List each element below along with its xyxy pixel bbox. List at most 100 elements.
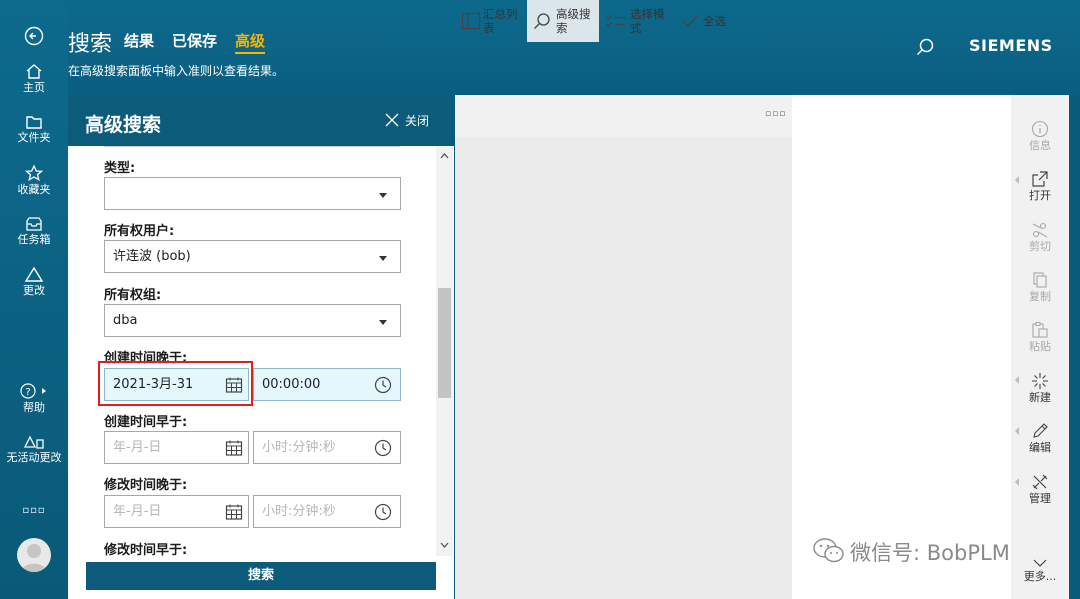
manage-icon bbox=[1032, 474, 1048, 490]
type-select[interactable] bbox=[104, 177, 401, 210]
back-button[interactable] bbox=[23, 25, 45, 47]
clock-icon bbox=[374, 439, 392, 457]
scrollbar-thumb[interactable] bbox=[438, 288, 451, 398]
copy-icon bbox=[1033, 272, 1047, 288]
rail-more[interactable]: ▫▫▫ bbox=[0, 505, 68, 516]
clock-icon bbox=[374, 503, 392, 521]
command-copy[interactable]: 复制 bbox=[1011, 271, 1069, 303]
chevron-down-icon bbox=[379, 193, 387, 198]
new-icon bbox=[1032, 373, 1048, 389]
command-manage[interactable]: 管理 bbox=[1011, 473, 1069, 505]
change-icon bbox=[24, 266, 44, 282]
command-paste-label: 粘贴 bbox=[1029, 340, 1051, 353]
rail-item-inbox[interactable]: 任务箱 bbox=[0, 216, 68, 246]
command-info[interactable]: 信息 bbox=[1011, 120, 1069, 152]
selection-mode-icon bbox=[606, 14, 625, 27]
created-before-time-input[interactable]: 小时:分钟:秒 bbox=[253, 431, 401, 464]
command-paste[interactable]: 粘贴 bbox=[1011, 321, 1069, 353]
owner-label: 所有权用户: bbox=[104, 224, 175, 239]
toolbar-overflow[interactable]: ▫▫▫ bbox=[765, 109, 786, 119]
results-area bbox=[455, 137, 792, 599]
toolbar-advanced-search[interactable]: 高级搜 索 bbox=[527, 0, 599, 42]
modified-before-label: 修改时间早于: bbox=[104, 543, 188, 558]
command-edit-label: 编辑 bbox=[1029, 441, 1051, 454]
rail-label-inbox: 任务箱 bbox=[17, 233, 51, 246]
avatar[interactable] bbox=[17, 538, 51, 572]
calendar-icon bbox=[225, 440, 243, 456]
created-before-label: 创建时间早于: bbox=[104, 415, 188, 430]
toolbar-summary-label-2: 表 bbox=[483, 21, 495, 35]
tab-advanced[interactable]: 高级 bbox=[235, 30, 265, 51]
created-after-time-value: 00:00:00 bbox=[262, 377, 321, 392]
command-open[interactable]: 打开 bbox=[1011, 170, 1069, 202]
modified-after-date-input[interactable]: 年-月-日 bbox=[104, 495, 249, 528]
type-label: 类型: bbox=[104, 161, 136, 176]
scroll-down-icon[interactable] bbox=[436, 538, 453, 552]
toolbar-selection-label-2: 式 bbox=[630, 21, 642, 35]
rail-item-folder[interactable]: 文件夹 bbox=[0, 114, 68, 144]
command-open-label: 打开 bbox=[1029, 189, 1051, 202]
command-more[interactable]: 更多... bbox=[1011, 557, 1069, 583]
toolbar-select-all-label: 全选 bbox=[703, 14, 726, 28]
inbox-icon bbox=[26, 217, 42, 231]
group-label: 所有权组: bbox=[104, 288, 162, 303]
command-new[interactable]: 新建 bbox=[1011, 372, 1069, 404]
help-icon: ? bbox=[20, 383, 46, 399]
toolbar-advanced-label-2: 索 bbox=[556, 21, 568, 35]
form-top-edge bbox=[104, 146, 400, 147]
detail-area bbox=[792, 95, 1011, 599]
cut-icon bbox=[1032, 222, 1048, 238]
rail-item-no-change[interactable]: 无活动更改 bbox=[0, 434, 68, 464]
tab-saved[interactable]: 已保存 bbox=[172, 30, 217, 51]
rail-item-favorites[interactable]: 收藏夹 bbox=[0, 164, 68, 196]
svg-text:?: ? bbox=[25, 387, 30, 398]
rail-item-home[interactable]: 主页 bbox=[0, 62, 68, 94]
command-more-label: 更多... bbox=[1023, 570, 1057, 583]
check-icon bbox=[682, 15, 698, 27]
toolbar-selection-mode[interactable]: 选择模 式 bbox=[601, 0, 675, 42]
calendar-icon bbox=[225, 504, 243, 520]
star-icon bbox=[24, 164, 44, 182]
chevron-down-icon bbox=[1033, 559, 1047, 567]
search-icon bbox=[916, 38, 934, 56]
command-edit[interactable]: 编辑 bbox=[1011, 422, 1069, 454]
modified-after-time-input[interactable]: 小时:分钟:秒 bbox=[253, 495, 401, 528]
home-icon bbox=[26, 64, 42, 79]
clock-icon bbox=[374, 376, 392, 394]
toolbar-summary-label-1: 汇总列 bbox=[483, 7, 518, 21]
user-avatar-icon bbox=[21, 544, 47, 572]
group-select[interactable]: dba bbox=[104, 304, 401, 337]
rail-label-no-change: 无活动更改 bbox=[6, 451, 62, 464]
paste-icon bbox=[1032, 322, 1048, 338]
command-info-label: 信息 bbox=[1029, 139, 1051, 152]
toolbar-select-all[interactable]: 全选 bbox=[677, 0, 737, 42]
command-copy-label: 复制 bbox=[1029, 290, 1051, 303]
rail-item-help[interactable]: ? 帮助 bbox=[0, 382, 68, 414]
header-search-button[interactable] bbox=[914, 36, 936, 58]
toolbar-summary-table[interactable]: 汇总列 表 bbox=[455, 0, 525, 42]
folder-icon bbox=[26, 116, 42, 129]
rail-label-help: 帮助 bbox=[23, 401, 45, 414]
command-cut[interactable]: 剪切 bbox=[1011, 221, 1069, 253]
modified-after-date-placeholder: 年-月-日 bbox=[113, 504, 162, 519]
results-toolbar bbox=[455, 95, 792, 137]
panel-close-label: 关闭 bbox=[405, 114, 430, 128]
created-before-date-input[interactable]: 年-月-日 bbox=[104, 431, 249, 464]
created-before-time-placeholder: 小时:分钟:秒 bbox=[262, 440, 336, 455]
rail-item-change[interactable]: 更改 bbox=[0, 266, 68, 297]
panel-title: 高级搜索 bbox=[85, 114, 162, 136]
right-edge bbox=[1069, 95, 1080, 599]
scroll-up-icon[interactable] bbox=[436, 149, 453, 163]
command-manage-label: 管理 bbox=[1029, 492, 1051, 505]
owner-select[interactable]: 许连波 (bob) bbox=[104, 240, 401, 273]
search-button[interactable]: 搜索 bbox=[86, 562, 436, 590]
panel-scrollbar[interactable] bbox=[436, 146, 453, 556]
summary-table-icon bbox=[461, 12, 481, 30]
tab-results[interactable]: 结果 bbox=[124, 30, 154, 51]
created-after-time-input[interactable]: 00:00:00 bbox=[253, 368, 401, 401]
edit-icon bbox=[1033, 423, 1048, 438]
toolbar-selection-label-1: 选择模 bbox=[630, 7, 665, 21]
no-change-icon bbox=[23, 435, 44, 449]
watermark-text: 微信号: BobPLM bbox=[850, 541, 1010, 565]
brand-logo: SIEMENS bbox=[969, 36, 1053, 55]
